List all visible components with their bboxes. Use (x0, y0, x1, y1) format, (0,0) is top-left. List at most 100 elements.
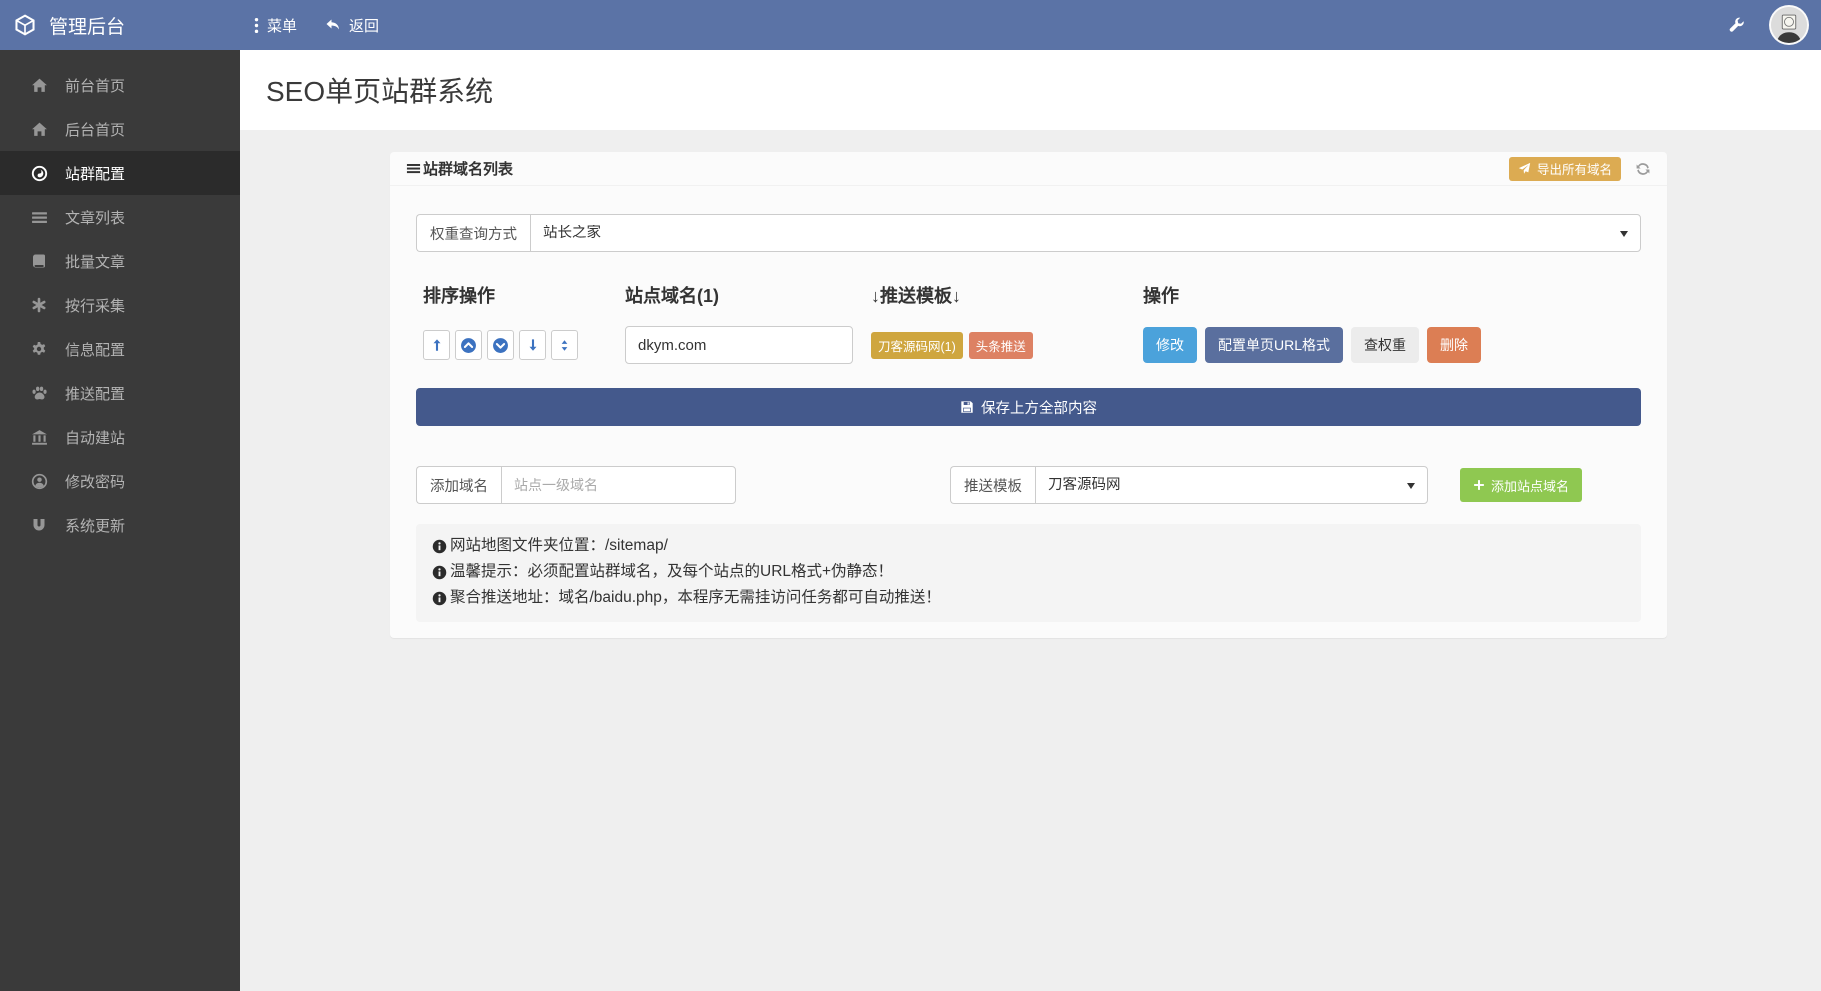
note-text: 聚合推送地址：域名/baidu.php，本程序无需挂访问任务都可自动推送！ (450, 589, 941, 606)
gear-icon (30, 341, 48, 357)
brand[interactable]: 管理后台 (0, 12, 240, 39)
sidebar-item-info-config[interactable]: 信息配置 (0, 327, 240, 371)
header-sort-ops: 排序操作 (423, 286, 495, 306)
sidebar-item-front-home[interactable]: 前台首页 (0, 63, 240, 107)
note-tip: 温馨提示：必须配置站群域名，及每个站点的URL格式+伪静态！ (432, 559, 1625, 585)
bank-icon (30, 429, 48, 446)
menu-toggle[interactable]: 菜单 (254, 15, 297, 36)
plus-icon (1473, 479, 1485, 491)
info-circle-icon (432, 565, 447, 580)
sidebar-item-label: 文章列表 (65, 209, 126, 227)
push-template-select[interactable]: 刀客源码网 (1035, 466, 1428, 504)
home-icon (30, 77, 48, 94)
paw-icon (30, 385, 48, 402)
panel-body: 权重查询方式 站长之家 排序操作 站点域名(1) ↓推送模板↓ 操作 dkym.… (390, 186, 1667, 638)
table-header-row: 排序操作 站点域名(1) ↓推送模板↓ 操作 (416, 282, 1641, 308)
panel-title: 站群域名列表 (406, 158, 513, 179)
note-sitemap: 网站地图文件夹位置：/sitemap/ (432, 533, 1625, 559)
menu-label: 菜单 (267, 17, 298, 35)
edit-button[interactable]: 修改 (1143, 327, 1197, 363)
back-label: 返回 (349, 17, 380, 35)
sidebar-item-label: 推送配置 (65, 385, 126, 403)
template-badge: 刀客源码网(1) (871, 331, 963, 359)
cube-icon (14, 14, 36, 36)
sidebar-item-sitegroup-config[interactable]: 站群配置 (0, 151, 240, 195)
sidebar-item-line-collect[interactable]: 按行采集 (0, 283, 240, 327)
header-site-domain: 站点域名(1) (625, 286, 719, 306)
list-icon (30, 209, 48, 226)
weight-query-select-wrap: 站长之家 (530, 214, 1641, 252)
note-text: 温馨提示：必须配置站群域名，及每个站点的URL格式+伪静态！ (450, 563, 894, 580)
globe-icon (30, 165, 48, 182)
sidebar-item-batch-articles[interactable]: 批量文章 (0, 239, 240, 283)
move-bottom-button[interactable] (519, 330, 546, 360)
domain-cell (625, 326, 871, 364)
sidebar-item-label: 后台首页 (65, 121, 126, 139)
title-band: SEO单页站群系统 (240, 50, 1821, 130)
save-button-label: 保存上方全部内容 (981, 400, 1097, 417)
configure-url-format-button[interactable]: 配置单页URL格式 (1205, 327, 1344, 363)
panel-title-label: 站群域名列表 (423, 161, 514, 178)
sidebar-item-push-config[interactable]: 推送配置 (0, 371, 240, 415)
move-down-button[interactable] (487, 330, 514, 360)
push-template-cell: 刀客源码网(1) 头条推送 (871, 331, 1143, 359)
move-up-button[interactable] (455, 330, 482, 360)
save-all-button[interactable]: 保存上方全部内容 (416, 388, 1641, 426)
arrow-up-icon (433, 339, 440, 351)
user-circle-icon (30, 473, 48, 490)
sidebar-item-change-password[interactable]: 修改密码 (0, 459, 240, 503)
brand-label: 管理后台 (49, 16, 126, 38)
sidebar-item-admin-home[interactable]: 后台首页 (0, 107, 240, 151)
weight-query-group: 权重查询方式 站长之家 (416, 214, 1641, 252)
add-domain-label: 添加域名 (416, 466, 501, 504)
back-link[interactable]: 返回 (325, 15, 379, 36)
sort-toggle-button[interactable] (551, 330, 578, 360)
export-all-domains-button[interactable]: 导出所有域名 (1508, 156, 1621, 181)
add-domain-input[interactable] (501, 466, 736, 504)
sort-icon (561, 339, 568, 351)
sidebar: 前台首页 后台首页 站群配置 文章列表 批量文章 按行采集 信息配置 推送配置 … (0, 50, 240, 991)
circle-chevron-up-icon (461, 337, 476, 353)
list-icon (406, 161, 421, 176)
weight-query-label: 权重查询方式 (416, 214, 530, 252)
navbar-right (1729, 5, 1821, 45)
add-button-label: 添加站点域名 (1491, 478, 1570, 494)
sidebar-item-article-list[interactable]: 文章列表 (0, 195, 240, 239)
paper-plane-icon (1518, 162, 1531, 175)
back-arrow-icon (325, 17, 341, 33)
refresh-icon[interactable] (1635, 161, 1651, 177)
sidebar-item-label: 系统更新 (65, 517, 126, 535)
avatar[interactable] (1769, 5, 1809, 45)
top-navbar: 管理后台 菜单 返回 (0, 0, 1821, 50)
sidebar-item-label: 按行采集 (65, 297, 126, 315)
push-template-select-wrap: 刀客源码网 (1035, 466, 1428, 504)
push-template-label: 推送模板 (950, 466, 1035, 504)
sidebar-item-label: 信息配置 (65, 341, 126, 359)
arrow-down-icon (529, 339, 536, 351)
domain-input[interactable] (625, 326, 853, 364)
circle-chevron-down-icon (493, 337, 508, 353)
domain-list-panel: 站群域名列表 导出所有域名 权重查询方式 站长之家 排序操作 站点域名(1) ↓… (390, 152, 1667, 638)
sidebar-item-label: 批量文章 (65, 253, 126, 271)
table-row: 刀客源码网(1) 头条推送 修改 配置单页URL格式 查权重 删除 (416, 326, 1641, 364)
toutiao-push-badge: 头条推送 (968, 331, 1033, 359)
panel-header: 站群域名列表 导出所有域名 (390, 152, 1667, 186)
book-icon (30, 253, 48, 269)
header-actions: 操作 (1143, 286, 1179, 306)
vertical-dots-icon (254, 17, 259, 34)
wrench-icon[interactable] (1729, 17, 1745, 33)
delete-button[interactable]: 删除 (1427, 327, 1482, 363)
info-circle-icon (432, 591, 447, 606)
floppy-icon (960, 400, 974, 414)
sidebar-item-system-update[interactable]: 系统更新 (0, 503, 240, 547)
home-icon (30, 121, 48, 138)
sidebar-item-auto-build[interactable]: 自动建站 (0, 415, 240, 459)
push-template-group: 推送模板 刀客源码网 (950, 466, 1428, 504)
add-site-domain-button[interactable]: 添加站点域名 (1460, 468, 1583, 502)
sidebar-item-label: 自动建站 (65, 429, 126, 447)
check-weight-button[interactable]: 查权重 (1351, 327, 1420, 363)
page-title: SEO单页站群系统 (266, 76, 494, 107)
move-top-button[interactable] (423, 330, 450, 360)
weight-query-select[interactable]: 站长之家 (530, 214, 1641, 252)
actions-cell: 修改 配置单页URL格式 查权重 删除 (1143, 327, 1641, 363)
